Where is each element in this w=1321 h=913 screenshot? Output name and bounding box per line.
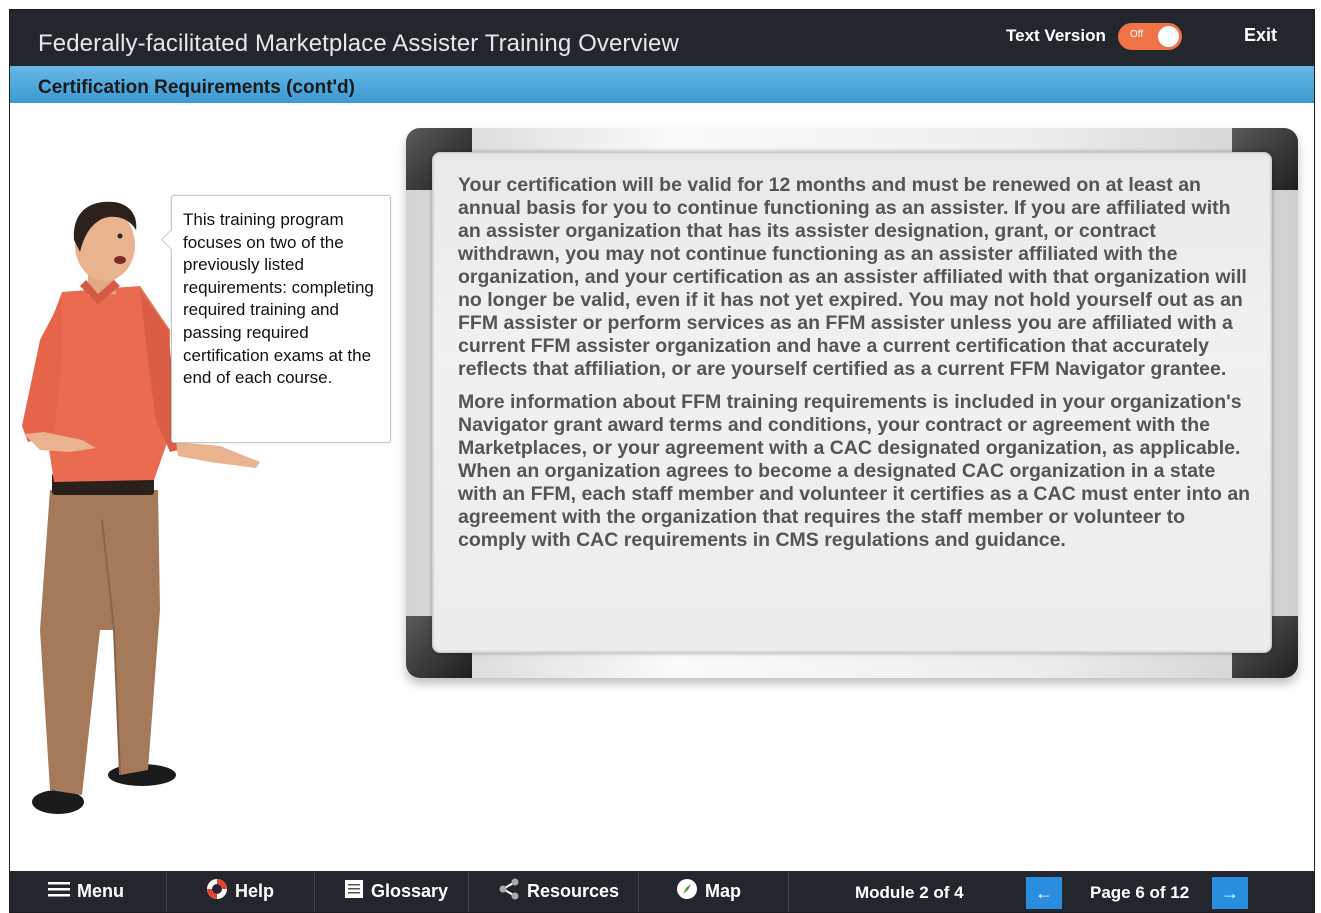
next-page-button[interactable]: → [1212,877,1248,909]
map-label: Map [705,881,741,901]
resources-button[interactable]: Resources [498,871,619,912]
nav-divider [638,871,639,912]
module-indicator: Module 2 of 4 [855,883,964,902]
help-button[interactable]: Help [206,871,274,912]
app-title: Federally-facilitated Marketplace Assist… [38,30,679,57]
toggle-state-label: Off [1130,29,1144,40]
menu-label: Menu [77,881,124,901]
content-whiteboard: Your certification will be valid for 12 … [406,128,1298,678]
lifebuoy-help-icon [206,878,228,905]
resources-label: Resources [527,881,620,901]
whiteboard-text: Your certification will be valid for 12 … [458,174,1258,562]
map-button[interactable]: Map [676,871,741,912]
paragraph: Your certification will be valid for 12 … [458,174,1247,380]
share-resources-icon [498,878,520,905]
bottom-nav-bar: Menu Help Glossary Resources Map Module … [10,871,1314,912]
section-title: Certification Requirements (cont'd) [38,77,355,98]
arrow-right-icon: → [1221,883,1239,903]
nav-divider [468,871,469,912]
nav-divider [788,871,789,912]
glossary-label: Glossary [371,881,449,901]
whiteboard-surface: Your certification will be valid for 12 … [432,152,1272,653]
section-title-bar: Certification Requirements (cont'd) [10,66,1314,103]
book-glossary-icon [344,879,364,904]
page-indicator: Page 6 of 12 [1090,883,1190,902]
exit-button[interactable]: Exit [1244,25,1277,46]
hamburger-menu-icon [48,881,70,902]
speech-bubble: This training program focuses on two of … [160,195,391,443]
compass-map-icon [676,878,698,905]
app-window: Federally-facilitated Marketplace Assist… [9,9,1315,913]
arrow-left-icon: ← [1035,883,1053,903]
paragraph: More information about FFM training requ… [458,391,1251,551]
text-version-toggle[interactable]: Off [1118,23,1182,50]
nav-divider [314,871,315,912]
toggle-knob [1158,26,1179,47]
help-label: Help [235,881,275,901]
nav-divider [166,871,167,912]
menu-button[interactable]: Menu [48,871,124,912]
previous-page-button[interactable]: ← [1026,877,1062,909]
glossary-button[interactable]: Glossary [344,871,448,912]
text-version-label: Text Version [1006,26,1106,45]
top-bar: Federally-facilitated Marketplace Assist… [10,10,1314,66]
speech-bubble-text: This training program focuses on two of … [183,210,374,388]
